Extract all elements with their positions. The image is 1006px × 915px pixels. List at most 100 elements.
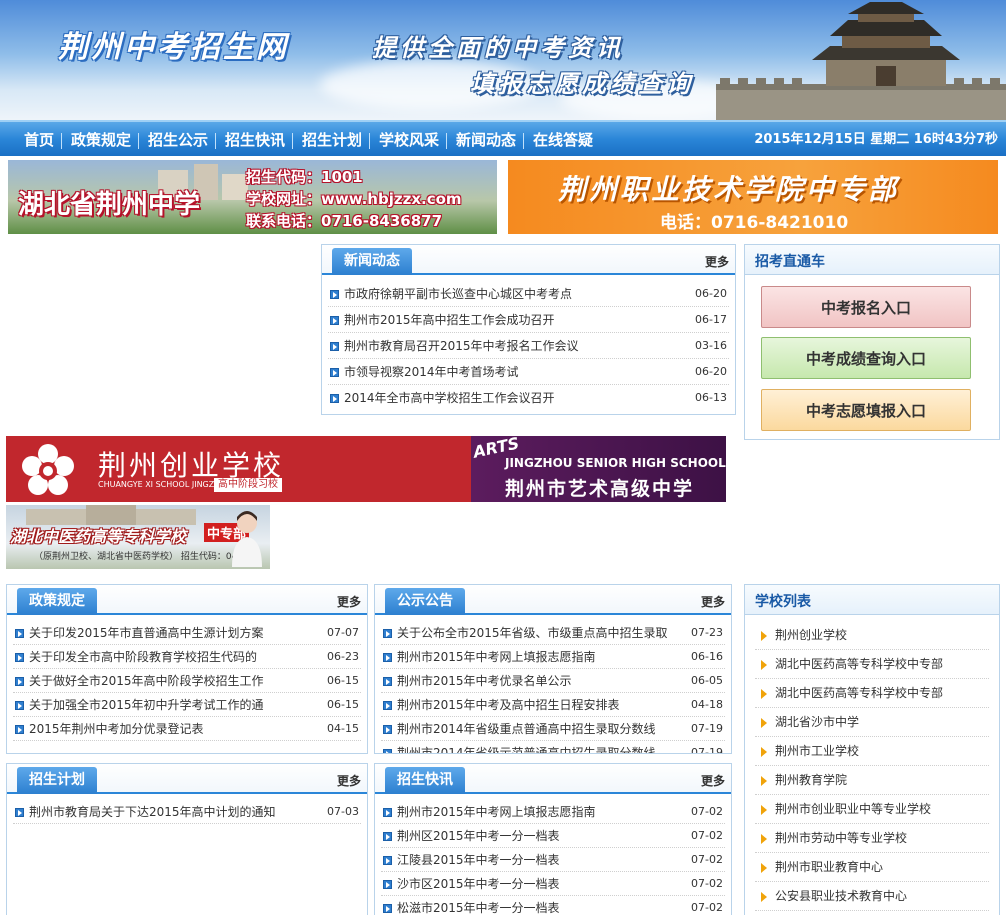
bullet-icon [330, 394, 339, 403]
ad-college-phone: 电话：0716-8421010 [660, 213, 849, 233]
list-item[interactable]: 关于加强全市2015年初中升学考试工作的通 06-15 [13, 693, 361, 717]
nav-policy[interactable]: 政策规定 [71, 122, 131, 158]
nav-divider [292, 133, 293, 149]
flash-panel-title: 招生快讯 [385, 767, 465, 794]
bullet-icon [383, 832, 392, 841]
policy-panel-header: 政策规定 更多 [7, 585, 367, 615]
bullet-icon [383, 904, 392, 913]
list-item[interactable]: 市政府徐朝平副市长巡查中心城区中考考点 06-20 [328, 281, 729, 307]
school-link[interactable]: 荆州市工业学校 [755, 737, 989, 766]
bullet-icon [383, 653, 392, 662]
list-item[interactable]: 荆州市2014年省级重点普通高中招生录取分数线 07-19 [381, 717, 725, 741]
main-nav: 首页 政策规定 招生公示 招生快讯 招生计划 学校风采 新闻动态 在线答疑 20… [0, 120, 1006, 156]
list-item[interactable]: 荆州区2015年中考一分一档表 07-02 [381, 824, 725, 848]
school-link[interactable]: 荆州市职业教育中心 [755, 853, 989, 882]
school-list: 荆州创业学校 湖北中医药高等专科学校中专部 湖北中医药高等专科学校中专部 湖北省… [755, 621, 989, 911]
plan-more-link[interactable]: 更多 [337, 772, 361, 789]
list-item[interactable]: 松滋市2015年中考一分一档表 07-02 [381, 896, 725, 915]
ad-arts-high-school[interactable]: ARTS JINGZHOU SENIOR HIGH SCHOOL 荆州市艺术高级… [471, 436, 726, 502]
bullet-icon [15, 808, 24, 817]
school-list-title: 学校列表 [755, 594, 811, 610]
list-item[interactable]: 关于做好全市2015年高中阶段学校招生工作 06-15 [13, 669, 361, 693]
exam-score-query-button[interactable]: 中考成绩查询入口 [761, 337, 971, 379]
ad-medical-sub: （原荆州卫校、湖北省中医药学校） 招生代码：0415 [34, 552, 249, 562]
exam-entry-panel: 招考直通车 中考报名入口 中考成绩查询入口 中考志愿填报入口 [744, 244, 1000, 440]
notice-panel-header: 公示公告 更多 [375, 585, 731, 615]
current-datetime: 2015年12月15日 星期二 16时43分7秒 [754, 132, 998, 147]
notice-panel: 公示公告 更多 关于公布全市2015年省级、市级重点高中招生录取 07-23 荆州… [374, 584, 732, 754]
school-link[interactable]: 荆州市创业职业中等专业学校 [755, 795, 989, 824]
nav-divider [215, 133, 216, 149]
list-item[interactable]: 2015年荆州中考加分优录登记表 04-15 [13, 717, 361, 741]
nav-divider [446, 133, 447, 149]
school-link[interactable]: 荆州创业学校 [755, 621, 989, 650]
school-link[interactable]: 湖北中医药高等专科学校中专部 [755, 650, 989, 679]
ad-jingzhou-vocational-college[interactable]: 荆州职业技术学院中专部 电话：0716-8421010 [508, 160, 998, 234]
list-item[interactable]: 关于印发全市高中阶段教育学校招生代码的 06-23 [13, 645, 361, 669]
flash-list: 荆州市2015年中考网上填报志愿指南 07-02 荆州区2015年中考一分一档表 0… [381, 800, 725, 915]
list-item[interactable]: 荆州市2015年高中招生工作会成功召开 06-17 [328, 307, 729, 333]
ad-medical-college[interactable]: 湖北中医药高等专科学校 中专部 （原荆州卫校、湖北省中医药学校） 招生代码：04… [6, 505, 270, 569]
ad-college-name: 荆州职业技术学院中专部 [558, 173, 900, 206]
policy-panel-title: 政策规定 [17, 588, 97, 615]
nav-divider [61, 133, 62, 149]
ad-arts-name: 荆州市艺术高级中学 [505, 478, 695, 500]
notice-list: 关于公布全市2015年省级、市级重点高中招生录取 07-23 荆州市2015年中考… [381, 621, 725, 753]
list-item[interactable]: 荆州市教育局召开2015年中考报名工作会议 03-16 [328, 333, 729, 359]
school-link[interactable]: 公安县职业技术教育中心 [755, 882, 989, 911]
nav-online-qa[interactable]: 在线答疑 [533, 122, 593, 158]
bullet-icon [383, 880, 392, 889]
list-item[interactable]: 荆州市教育局关于下达2015年高中计划的通知 07-03 [13, 800, 361, 824]
bullet-icon [15, 653, 24, 662]
nav-enrollment-news[interactable]: 招生快讯 [225, 122, 285, 158]
list-item[interactable]: 荆州市2014年省级示范普通高中招生录取分数线 07-19 [381, 741, 725, 753]
ad-hubei-jingzhou-high-school[interactable]: 湖北省荆州中学 招生代码：1001 学校网址：www.hbjzzx.com 联系… [8, 160, 497, 234]
plan-panel-title: 招生计划 [17, 767, 97, 794]
ad-contact-phone: 联系电话：0716-8436877 [246, 212, 443, 230]
list-item[interactable]: 关于印发2015年市直普通高中生源计划方案 07-07 [13, 621, 361, 645]
school-link[interactable]: 荆州市劳动中等专业学校 [755, 824, 989, 853]
nav-divider [523, 133, 524, 149]
ad-chuangye-school[interactable]: 荆州创业学校 CHUANGYE XI SCHOOL JINGZHOU 高中阶段习… [6, 436, 471, 502]
list-item[interactable]: 江陵县2015年中考一分一档表 07-02 [381, 848, 725, 872]
nav-public-notice[interactable]: 招生公示 [148, 122, 208, 158]
school-link[interactable]: 湖北省沙市中学 [755, 708, 989, 737]
plan-panel: 招生计划 更多 荆州市教育局关于下达2015年高中计划的通知 07-03 [6, 763, 368, 915]
flash-more-link[interactable]: 更多 [701, 772, 725, 789]
list-item[interactable]: 2014年全市高中学校招生工作会议召开 06-13 [328, 385, 729, 411]
nav-enrollment-plan[interactable]: 招生计划 [302, 122, 362, 158]
bullet-icon [383, 701, 392, 710]
ad-medical-name: 湖北中医药高等专科学校 [10, 527, 187, 546]
list-item[interactable]: 荆州市2015年中考优录名单公示 06-05 [381, 669, 725, 693]
plan-list: 荆州市教育局关于下达2015年高中计划的通知 07-03 [13, 800, 361, 824]
header-banner: 荆州中考招生网 提供全面的中考资讯 填报志愿成绩查询 [0, 0, 1006, 120]
list-item[interactable]: 荆州市2015年中考网上填报志愿指南 06-16 [381, 645, 725, 669]
list-item[interactable]: 市领导视察2014年中考首场考试 06-20 [328, 359, 729, 385]
nav-school-style[interactable]: 学校风采 [379, 122, 439, 158]
list-item[interactable]: 关于公布全市2015年省级、市级重点高中招生录取 07-23 [381, 621, 725, 645]
bullet-icon [330, 316, 339, 325]
nav-news[interactable]: 新闻动态 [456, 122, 516, 158]
nav-home[interactable]: 首页 [24, 122, 54, 158]
exam-entry-title: 招考直通车 [755, 254, 825, 270]
bullet-icon [383, 749, 392, 753]
bullet-icon [330, 290, 339, 299]
exam-register-button[interactable]: 中考报名入口 [761, 286, 971, 328]
policy-more-link[interactable]: 更多 [337, 593, 361, 610]
news-more-link[interactable]: 更多 [705, 253, 729, 270]
news-panel-title: 新闻动态 [332, 248, 412, 275]
bullet-icon [383, 808, 392, 817]
notice-more-link[interactable]: 更多 [701, 593, 725, 610]
bullet-icon [15, 701, 24, 710]
list-item[interactable]: 荆州市2015年中考及高中招生日程安排表 04-18 [381, 693, 725, 717]
policy-list: 关于印发2015年市直普通高中生源计划方案 07-07 关于印发全市高中阶段教育学… [13, 621, 361, 741]
exam-application-button[interactable]: 中考志愿填报入口 [761, 389, 971, 431]
slogan-line-1: 提供全面的中考资讯 [372, 34, 624, 62]
school-link[interactable]: 湖北中医药高等专科学校中专部 [755, 679, 989, 708]
bullet-icon [383, 677, 392, 686]
ad-enroll-code: 招生代码：1001 [246, 168, 363, 186]
school-link[interactable]: 荆州教育学院 [755, 766, 989, 795]
list-item[interactable]: 沙市区2015年中考一分一档表 07-02 [381, 872, 725, 896]
list-item[interactable]: 荆州市2015年中考网上填报志愿指南 07-02 [381, 800, 725, 824]
news-list: 市政府徐朝平副市长巡查中心城区中考考点 06-20 荆州市2015年高中招生工作会… [328, 281, 729, 411]
